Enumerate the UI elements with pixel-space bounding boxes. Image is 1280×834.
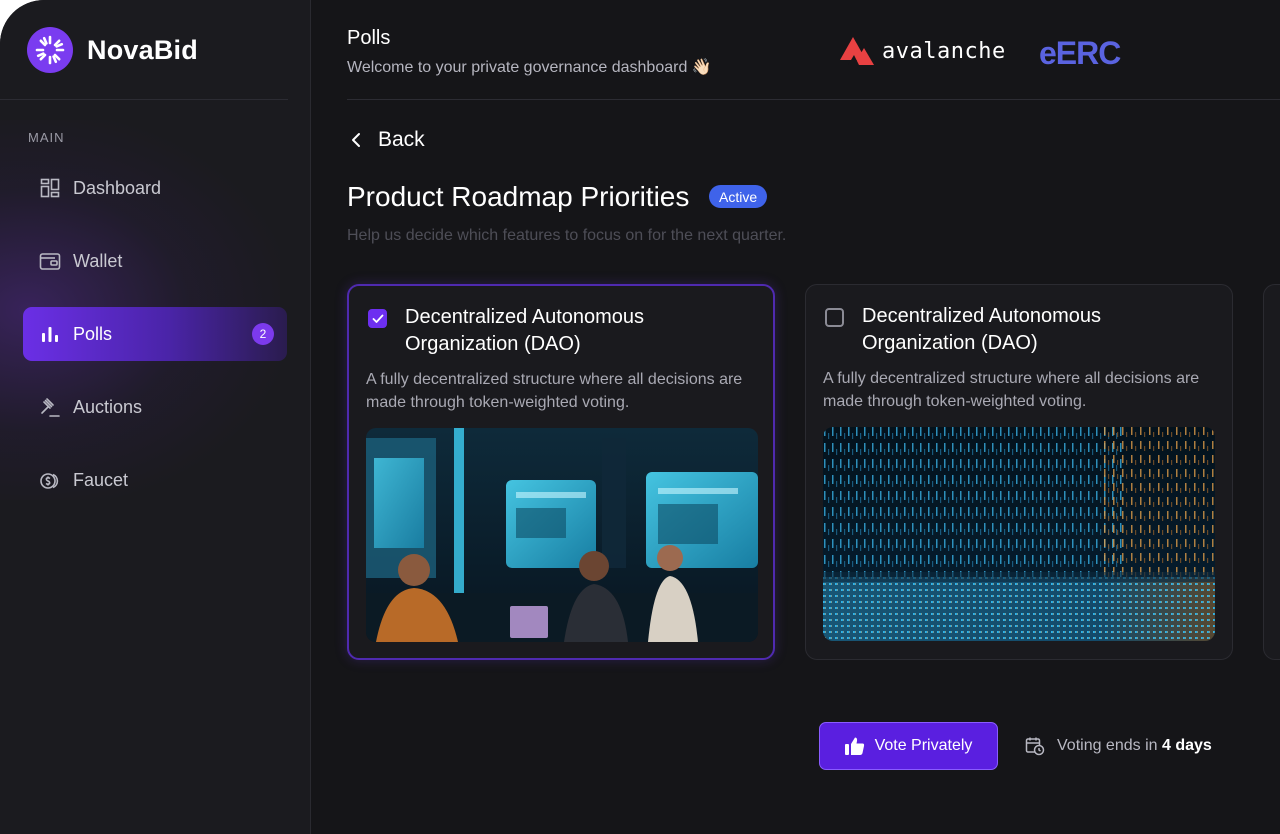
sidebar-item-label: Polls xyxy=(73,323,113,344)
check-icon xyxy=(372,314,383,323)
back-label: Back xyxy=(378,128,425,151)
avalanche-wordmark: avalanche xyxy=(882,38,1006,64)
option-description: A fully decentralized structure where al… xyxy=(366,371,743,411)
sidebar-item-auctions[interactable]: Auctions xyxy=(23,380,287,434)
sidebar-item-polls[interactable]: Polls 2 xyxy=(23,307,287,361)
page-subtitle: Welcome to your private governance dashb… xyxy=(347,59,712,76)
poll-option-card[interactable]: Decentralized Autonomous Organization (D… xyxy=(347,284,775,660)
vote-button-label: Vote Privately xyxy=(874,737,973,754)
back-button[interactable]: Back xyxy=(350,128,425,152)
app-window: NovaBid MAIN Dashboard Wallet Polls 2 Au… xyxy=(0,0,1280,834)
calendar-clock-icon xyxy=(1025,737,1045,756)
thumbs-up-icon xyxy=(844,737,864,755)
data-rain-image xyxy=(823,427,1215,641)
page-title: Polls xyxy=(347,27,391,49)
sidebar-item-dashboard[interactable]: Dashboard xyxy=(23,161,287,215)
sidebar-item-label: Auctions xyxy=(73,396,143,417)
section-label-main: MAIN xyxy=(28,130,65,145)
option-checkbox[interactable] xyxy=(825,308,844,327)
poll-option-card-peek[interactable] xyxy=(1263,284,1280,660)
wallet-icon xyxy=(39,250,61,272)
avalanche-icon xyxy=(840,37,874,65)
poll-description: Help us decide which features to focus o… xyxy=(347,227,787,244)
gavel-icon xyxy=(39,396,61,418)
voting-ends-value: 4 days xyxy=(1161,737,1212,754)
bar-chart-icon xyxy=(39,323,61,345)
dashboard-icon xyxy=(39,177,61,199)
poll-title: Product Roadmap Priorities xyxy=(347,181,690,212)
sidebar: NovaBid MAIN Dashboard Wallet Polls 2 Au… xyxy=(0,0,311,834)
novabid-logo-icon xyxy=(27,27,73,73)
avalanche-logo: avalanche xyxy=(840,36,1006,66)
option-title: Decentralized Autonomous Organization (D… xyxy=(862,305,1102,354)
option-description: A fully decentralized structure where al… xyxy=(823,370,1200,410)
sidebar-item-faucet[interactable]: Faucet xyxy=(23,453,287,507)
eerc-logo: eERC xyxy=(1039,35,1121,71)
sidebar-divider xyxy=(0,99,288,100)
voting-ends-prefix: Voting ends in xyxy=(1057,737,1162,754)
poll-option-card[interactable]: Decentralized Autonomous Organization (D… xyxy=(805,284,1233,660)
vote-privately-button[interactable]: Vote Privately xyxy=(819,722,998,770)
sidebar-item-wallet[interactable]: Wallet xyxy=(23,234,287,288)
option-checkbox[interactable] xyxy=(368,309,387,328)
voting-deadline: Voting ends in 4 days xyxy=(1025,736,1212,756)
polls-count-badge: 2 xyxy=(252,323,274,345)
team-meeting-scifi-image xyxy=(366,428,758,642)
chevron-left-icon xyxy=(352,133,360,147)
status-badge: Active xyxy=(709,185,768,208)
brand[interactable]: NovaBid xyxy=(27,27,198,73)
coins-icon xyxy=(39,469,61,491)
header-divider xyxy=(347,99,1280,100)
brand-name: NovaBid xyxy=(87,34,198,65)
sidebar-item-label: Wallet xyxy=(73,250,123,271)
sidebar-item-label: Faucet xyxy=(73,469,129,490)
sidebar-item-label: Dashboard xyxy=(73,177,162,198)
option-title: Decentralized Autonomous Organization (D… xyxy=(405,306,645,355)
